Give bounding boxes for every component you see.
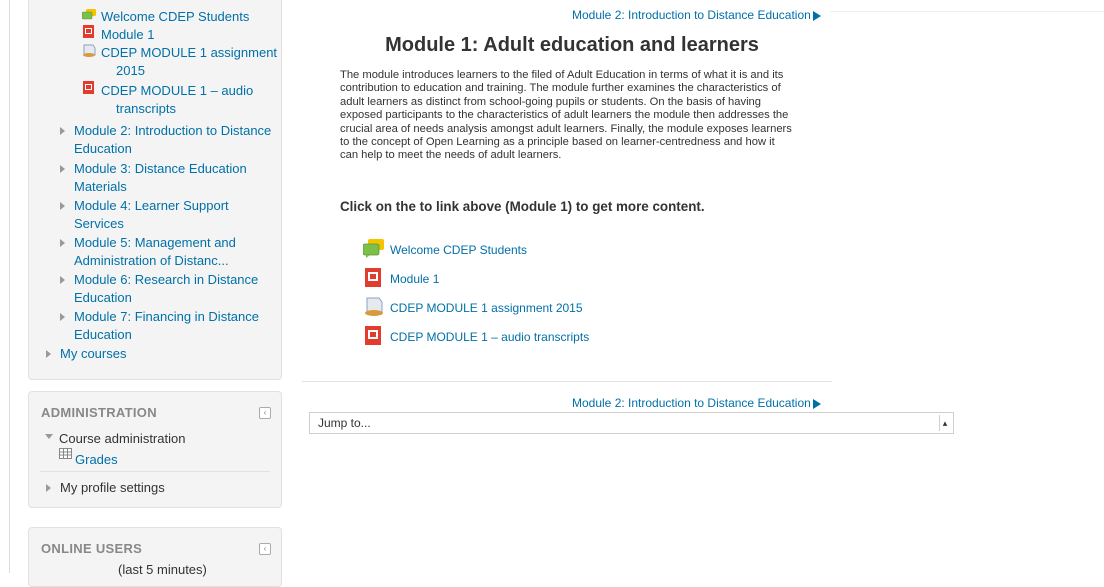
activity-label[interactable]: CDEP MODULE 1 – audio transcripts [390,330,589,344]
sidebar-module-5[interactable]: Module 5: Management and Administration … [60,234,274,270]
jump-to-value: Jump to... [318,416,371,430]
expand-arrow-icon [60,127,65,135]
my-profile-settings[interactable]: My profile settings [60,480,165,495]
pdf-icon [83,25,94,38]
expand-arrow-icon [60,313,65,321]
assignment-icon [365,297,383,316]
course-admin-arrow-icon [45,434,53,439]
page-left-divider [9,0,10,573]
sidebar-module-2[interactable]: Module 2: Introduction to Distance Educa… [60,122,274,158]
expand-arrow-icon [60,202,65,210]
profile-arrow-icon [46,484,51,492]
forum-icon [82,9,96,20]
sidebar-resource-audio-line2[interactable]: transcripts [116,100,176,118]
expand-arrow-icon [60,239,65,247]
next-arrow-icon [812,10,821,21]
forum-icon [363,239,384,258]
assignment-icon [83,44,96,57]
sidebar-module-3[interactable]: Module 3: Distance Education Materials [60,160,274,196]
sidebar-resource-assignment-line2[interactable]: 2015 [116,62,145,80]
sidebar-module-4[interactable]: Module 4: Learner Support Services [60,197,274,233]
grades-icon [59,448,72,459]
sidebar-my-courses[interactable]: My courses [60,345,126,363]
next-section-link-top[interactable]: Module 2: Introduction to Distance Educa… [572,8,821,22]
section-summary: The module introduces learners to the fi… [340,69,792,162]
admin-divider [40,471,270,472]
sidebar-resource-module1[interactable]: Module 1 [101,26,154,44]
pdf-icon [365,326,381,345]
activity-label[interactable]: CDEP MODULE 1 assignment 2015 [390,301,583,315]
online-users-block: ONLINE USERS ‹ [28,527,282,587]
online-users-subtitle: (last 5 minutes) [118,562,207,577]
activity-label[interactable]: Welcome CDEP Students [390,243,527,257]
collapse-block-icon[interactable]: ‹ [259,543,271,555]
sidebar-module-7[interactable]: Module 7: Financing in Distance Educatio… [60,308,274,344]
expand-arrow-icon [60,165,65,173]
collapse-block-icon[interactable]: ‹ [259,407,271,419]
header-divider [830,11,1104,12]
my-courses-arrow-icon [46,350,51,358]
course-administration[interactable]: Course administration [59,431,185,446]
section-divider [302,381,832,382]
grades-link[interactable]: Grades [75,451,118,469]
dropdown-arrow-icon: ▴ [939,415,950,431]
pdf-icon [365,268,381,287]
next-section-link-bottom[interactable]: Module 2: Introduction to Distance Educa… [572,396,821,410]
activity-label[interactable]: Module 1 [390,272,439,286]
next-arrow-icon [812,398,821,409]
click-instruction: Click on the to link above (Module 1) to… [340,199,705,214]
section-title: Module 1: Adult education and learners [385,34,759,56]
sidebar-resource-assignment-line1[interactable]: CDEP MODULE 1 assignment [101,44,277,62]
sidebar-resource-audio-line1[interactable]: CDEP MODULE 1 – audio [101,82,253,100]
expand-arrow-icon [60,276,65,284]
pdf-icon [83,81,94,94]
sidebar-resource-welcome[interactable]: Welcome CDEP Students [101,8,249,26]
online-users-title: ONLINE USERS [41,541,143,556]
administration-title: ADMINISTRATION [41,405,157,420]
sidebar-module-6[interactable]: Module 6: Research in Distance Education [60,271,274,307]
jump-to-select[interactable]: Jump to... ▴ [309,412,954,434]
